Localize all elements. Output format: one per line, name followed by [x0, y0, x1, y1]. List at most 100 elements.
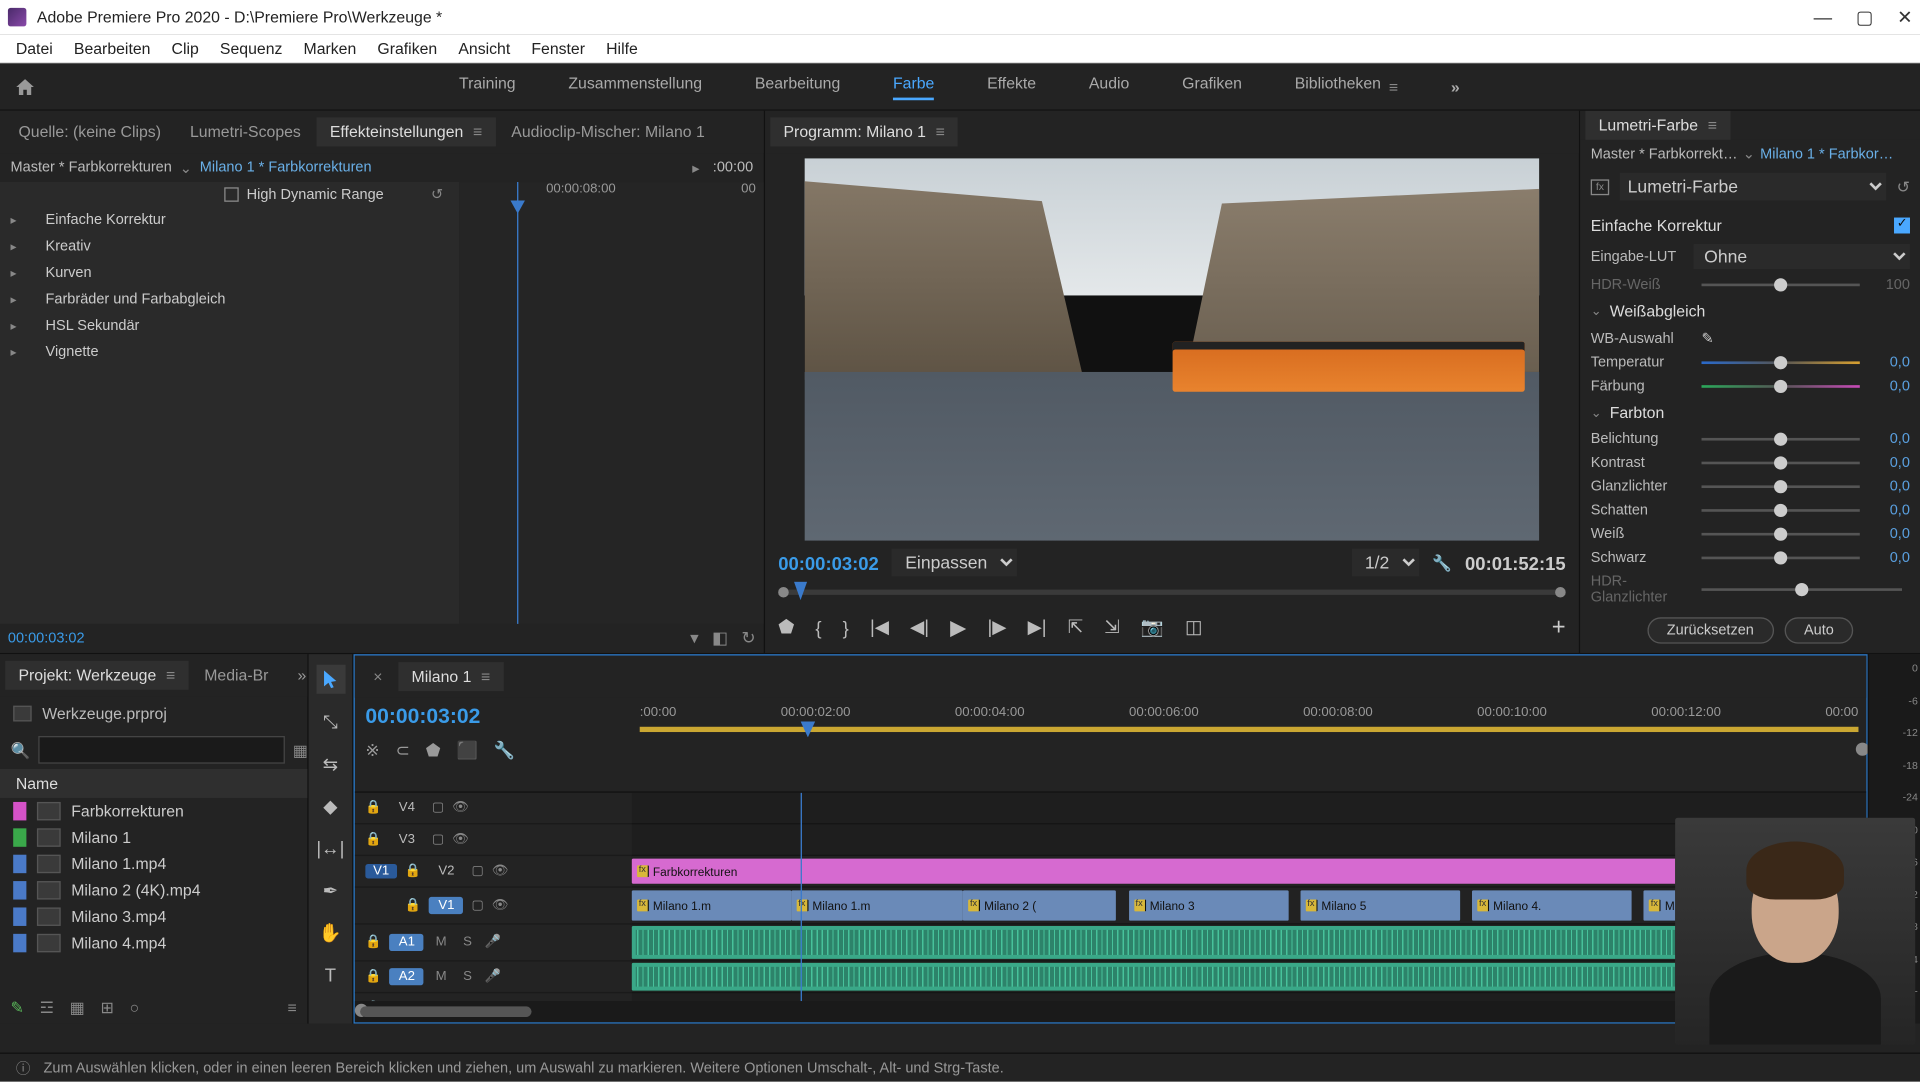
- sync-lock-icon[interactable]: ▢: [471, 898, 483, 913]
- section-tone[interactable]: Farbton: [1610, 404, 1665, 422]
- lock-icon[interactable]: 🔒: [365, 935, 381, 950]
- wrench-icon[interactable]: 🔧: [1432, 553, 1452, 571]
- ripple-edit-tool[interactable]: ⇆: [316, 749, 345, 778]
- zoom-slider-icon[interactable]: ○: [130, 998, 140, 1016]
- mark-out-icon[interactable]: }: [843, 617, 849, 638]
- tint-value[interactable]: 0,0: [1868, 379, 1910, 395]
- workspace-overflow-icon[interactable]: »: [1451, 77, 1460, 95]
- list-view-icon[interactable]: ☲: [40, 998, 54, 1016]
- workspace-tab-training[interactable]: Training: [459, 73, 516, 99]
- add-marker-icon[interactable]: ⬟: [778, 616, 794, 638]
- compare-icon[interactable]: ◫: [1185, 616, 1202, 638]
- menu-grafiken[interactable]: Grafiken: [367, 39, 448, 57]
- project-search-input[interactable]: [38, 736, 285, 764]
- filter-icon[interactable]: ▾: [690, 628, 699, 649]
- menu-hilfe[interactable]: Hilfe: [596, 39, 649, 57]
- fx-category[interactable]: Vignette: [0, 339, 459, 365]
- auto-button[interactable]: Auto: [1784, 617, 1853, 643]
- export-frame-icon[interactable]: 📷: [1141, 616, 1164, 638]
- program-video[interactable]: [805, 158, 1540, 541]
- step-fwd-icon[interactable]: |▶: [987, 616, 1006, 638]
- project-item[interactable]: Milano 1: [0, 824, 307, 850]
- source-v1[interactable]: V1: [365, 864, 397, 879]
- basic-toggle[interactable]: [1894, 218, 1910, 234]
- new-item-icon[interactable]: ▦: [293, 741, 308, 759]
- clip-video[interactable]: fxMilano 3: [1129, 890, 1288, 920]
- lut-dropdown[interactable]: Ohne: [1694, 244, 1910, 269]
- eye-icon[interactable]: 👁: [452, 801, 469, 816]
- extract-icon[interactable]: ⇲: [1104, 616, 1119, 638]
- section-basic[interactable]: Einfache Korrektur: [1591, 216, 1722, 234]
- bl-value[interactable]: 0,0: [1868, 550, 1910, 566]
- eye-icon[interactable]: 👁: [492, 898, 509, 913]
- con-value[interactable]: 0,0: [1868, 455, 1910, 471]
- hl-slider[interactable]: [1702, 485, 1860, 488]
- reset-icon[interactable]: ↺: [1897, 177, 1910, 195]
- fx-category[interactable]: Einfache Korrektur: [0, 207, 459, 233]
- track-a2[interactable]: A2: [390, 968, 424, 985]
- workspace-tab-audio[interactable]: Audio: [1089, 73, 1129, 99]
- sync-lock-icon[interactable]: ▢: [432, 801, 444, 816]
- snap-icon[interactable]: ※: [365, 740, 379, 761]
- timeline-timecode[interactable]: 00:00:03:02: [365, 706, 621, 730]
- panel-menu-icon[interactable]: ≡: [469, 123, 483, 141]
- temp-value[interactable]: 0,0: [1868, 355, 1910, 371]
- exp-slider[interactable]: [1702, 438, 1860, 441]
- hdr-checkbox[interactable]: [224, 187, 239, 202]
- freeform-view-icon[interactable]: ⊞: [100, 998, 113, 1016]
- go-to-out-icon[interactable]: ▶|: [1028, 616, 1047, 638]
- tab-media-browser[interactable]: Media-Br: [191, 661, 282, 690]
- timeline-scrollbar[interactable]: [355, 1001, 1867, 1022]
- icon-view-icon[interactable]: ▦: [70, 998, 85, 1016]
- solo-icon[interactable]: S: [458, 969, 476, 984]
- minimize-button[interactable]: —: [1814, 6, 1832, 28]
- project-item[interactable]: Milano 1.mp4: [0, 851, 307, 877]
- clip-video[interactable]: fxMilano 1.m: [632, 890, 791, 920]
- play-button[interactable]: ▶: [950, 614, 966, 640]
- go-to-in-icon[interactable]: |◀: [870, 616, 889, 638]
- lock-icon[interactable]: 🔒: [405, 898, 421, 913]
- menu-clip[interactable]: Clip: [161, 39, 209, 57]
- clip-video[interactable]: fxMilano 5: [1300, 890, 1459, 920]
- tab-lumetri-scopes[interactable]: Lumetri-Scopes: [177, 117, 314, 146]
- mic-icon[interactable]: 🎤: [485, 969, 501, 984]
- eye-icon[interactable]: 👁: [452, 832, 469, 847]
- chevron-down-icon[interactable]: ⌄: [1743, 145, 1755, 162]
- sh-slider[interactable]: [1702, 509, 1860, 512]
- workspace-tab-grafiken[interactable]: Grafiken: [1182, 73, 1242, 99]
- exp-value[interactable]: 0,0: [1868, 431, 1910, 447]
- lock-icon[interactable]: 🔒: [365, 832, 381, 847]
- pen-tool[interactable]: ✒: [316, 876, 345, 905]
- selection-tool[interactable]: [316, 665, 345, 694]
- lift-icon[interactable]: ⇱: [1068, 616, 1083, 638]
- slip-tool[interactable]: |↔|: [316, 834, 345, 863]
- marker-icon[interactable]: ⬟: [426, 740, 441, 761]
- menu-bearbeiten[interactable]: Bearbeiten: [63, 39, 161, 57]
- workspace-tab-farbe[interactable]: Farbe: [893, 73, 934, 99]
- menu-fenster[interactable]: Fenster: [521, 39, 596, 57]
- section-wb[interactable]: Weißabgleich: [1610, 302, 1706, 320]
- reset-icon[interactable]: ↺: [431, 186, 443, 203]
- fit-dropdown[interactable]: Einpassen: [892, 549, 1017, 577]
- step-back-icon[interactable]: ◀|: [910, 616, 929, 638]
- lock-icon[interactable]: 🔒: [365, 801, 381, 816]
- hl-value[interactable]: 0,0: [1868, 479, 1910, 495]
- lum-source-label[interactable]: Milano 1 * Farbkor…: [1760, 146, 1893, 162]
- type-tool[interactable]: T: [316, 960, 345, 989]
- wrench-icon[interactable]: 🔧: [494, 740, 515, 761]
- button-editor-icon[interactable]: +: [1552, 613, 1566, 641]
- project-item[interactable]: Milano 2 (4K).mp4: [0, 877, 307, 903]
- mic-icon[interactable]: 🎤: [485, 935, 501, 950]
- menu-ansicht[interactable]: Ansicht: [448, 39, 521, 57]
- track-select-tool[interactable]: ⤡: [316, 707, 345, 736]
- razor-tool[interactable]: ◆: [316, 791, 345, 820]
- workspace-tab-effekte[interactable]: Effekte: [987, 73, 1036, 99]
- sync-lock-icon[interactable]: ▢: [471, 864, 483, 879]
- wh-value[interactable]: 0,0: [1868, 526, 1910, 542]
- con-slider[interactable]: [1702, 462, 1860, 465]
- track-a1[interactable]: A1: [390, 934, 424, 951]
- sync-lock-icon[interactable]: ▢: [432, 832, 444, 847]
- fx-timecode[interactable]: 00:00:03:02: [8, 630, 85, 646]
- fx-source-label[interactable]: Milano 1 * Farbkorrekturen: [200, 160, 372, 176]
- timeline-ruler[interactable]: :00:0000:00:02:0000:00:04:0000:00:06:000…: [632, 698, 1867, 792]
